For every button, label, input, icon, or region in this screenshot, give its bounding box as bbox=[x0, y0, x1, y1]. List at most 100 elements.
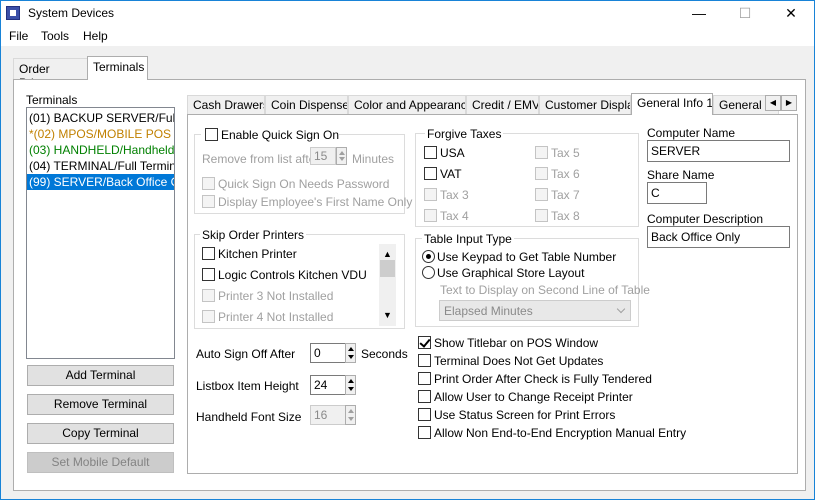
skip-logic-controls-label: Logic Controls Kitchen VDU bbox=[218, 268, 367, 282]
terminals-label: Terminals bbox=[26, 93, 78, 107]
tax-5-checkbox bbox=[535, 146, 548, 159]
tab-color-appearance[interactable]: Color and Appearance bbox=[348, 95, 466, 115]
needs-password-checkbox bbox=[202, 177, 215, 190]
tab-customer-display[interactable]: Customer Display bbox=[539, 95, 631, 115]
display-first-name-checkbox bbox=[202, 195, 215, 208]
menu-help[interactable]: Help bbox=[83, 29, 108, 43]
terminal-item-02[interactable]: *(02) MPOS/MOBILE POS bbox=[27, 126, 174, 142]
terminal-item-03[interactable]: (03) HANDHELD/Handheld Te bbox=[27, 142, 174, 158]
listbox-height-spinner[interactable] bbox=[345, 375, 356, 395]
seconds-label: Seconds bbox=[361, 347, 408, 361]
set-mobile-default-button: Set Mobile Default bbox=[27, 452, 174, 473]
computer-name-input[interactable]: SERVER bbox=[647, 140, 790, 162]
handheld-font-spinner bbox=[345, 405, 356, 425]
tax-7-checkbox bbox=[535, 188, 548, 201]
tab-terminals[interactable]: Terminals bbox=[87, 56, 148, 80]
skip-kitchen-printer-checkbox[interactable] bbox=[202, 247, 215, 260]
show-titlebar-checkbox[interactable] bbox=[418, 336, 431, 349]
change-receipt-printer-label: Allow User to Change Receipt Printer bbox=[434, 390, 633, 404]
tab-general-info-1[interactable]: General Info 1 bbox=[631, 93, 713, 115]
chevron-down-icon bbox=[616, 304, 626, 314]
remove-terminal-button[interactable]: Remove Terminal bbox=[27, 394, 174, 415]
status-screen-checkbox[interactable] bbox=[418, 408, 431, 421]
menu-tools[interactable]: Tools bbox=[41, 29, 69, 43]
tax-6-label: Tax 6 bbox=[551, 167, 580, 181]
enable-quick-sign-on-checkbox[interactable] bbox=[205, 128, 218, 141]
computer-description-input[interactable]: Back Office Only bbox=[647, 226, 790, 248]
scroll-thumb[interactable] bbox=[380, 260, 395, 277]
skip-order-printers-title: Skip Order Printers bbox=[200, 228, 307, 242]
handheld-font-label: Handheld Font Size bbox=[196, 410, 302, 424]
auto-sign-off-input[interactable]: 0 bbox=[310, 343, 346, 363]
change-receipt-printer-checkbox[interactable] bbox=[418, 390, 431, 403]
tax-8-label: Tax 8 bbox=[551, 209, 580, 223]
copy-terminal-button[interactable]: Copy Terminal bbox=[27, 423, 174, 444]
tab-credit-emv[interactable]: Credit / EMV bbox=[466, 95, 539, 115]
status-screen-label: Use Status Screen for Print Errors bbox=[434, 408, 616, 422]
auto-sign-off-spinner[interactable] bbox=[345, 343, 356, 363]
terminal-item-04[interactable]: (04) TERMINAL/Full Terminal bbox=[27, 158, 174, 174]
tax-5-label: Tax 5 bbox=[551, 146, 580, 160]
close-button[interactable]: ✕ bbox=[768, 1, 814, 26]
tab-cash-drawers[interactable]: Cash Drawers bbox=[187, 95, 265, 115]
no-updates-label: Terminal Does Not Get Updates bbox=[434, 354, 604, 368]
minimize-button[interactable]: — bbox=[676, 1, 722, 26]
table-input-title: Table Input Type bbox=[422, 232, 514, 246]
tax-3-checkbox bbox=[424, 188, 437, 201]
main-window: System Devices — ☐ ✕ File Tools Help Ord… bbox=[0, 0, 815, 500]
menu-file[interactable]: File bbox=[9, 29, 28, 43]
share-name-input[interactable]: C bbox=[647, 182, 707, 204]
skip-printer-4-checkbox bbox=[202, 310, 215, 323]
display-first-name-label: Display Employee's First Name Only bbox=[218, 195, 413, 209]
listbox-height-input[interactable]: 24 bbox=[310, 375, 346, 395]
use-graphical-label: Use Graphical Store Layout bbox=[437, 266, 585, 280]
show-titlebar-label: Show Titlebar on POS Window bbox=[434, 336, 599, 350]
print-order-after-check-checkbox[interactable] bbox=[418, 372, 431, 385]
second-line-label: Text to Display on Second Line of Table bbox=[440, 283, 650, 297]
skip-printers-scrollbar[interactable]: ▲ ▼ bbox=[379, 244, 396, 326]
minutes-label: Minutes bbox=[352, 152, 395, 166]
add-terminal-button[interactable]: Add Terminal bbox=[27, 365, 174, 386]
tax-3-label: Tax 3 bbox=[440, 188, 469, 202]
tab-coin-dispenser[interactable]: Coin Dispenser bbox=[265, 95, 348, 115]
handheld-font-input: 16 bbox=[310, 405, 346, 425]
tax-7-label: Tax 7 bbox=[551, 188, 580, 202]
no-updates-checkbox[interactable] bbox=[418, 354, 431, 367]
share-name-label: Share Name bbox=[647, 168, 715, 182]
second-line-select: Elapsed Minutes bbox=[439, 300, 631, 321]
remove-after-input: 15 bbox=[310, 147, 336, 165]
use-graphical-radio[interactable] bbox=[422, 266, 435, 279]
needs-password-label: Quick Sign On Needs Password bbox=[218, 177, 390, 191]
scroll-up-icon[interactable]: ▲ bbox=[383, 249, 392, 259]
skip-printer-3-label: Printer 3 Not Installed bbox=[218, 289, 334, 303]
tax-4-checkbox bbox=[424, 209, 437, 222]
remove-after-label: Remove from list after bbox=[202, 152, 320, 166]
tax-4-label: Tax 4 bbox=[440, 209, 469, 223]
auto-sign-off-label: Auto Sign Off After bbox=[196, 347, 296, 361]
listbox-height-label: Listbox Item Height bbox=[196, 379, 299, 393]
terminal-item-01[interactable]: (01) BACKUP SERVER/Full Te bbox=[27, 110, 174, 126]
terminals-list[interactable]: (01) BACKUP SERVER/Full Te *(02) MPOS/MO… bbox=[26, 107, 175, 359]
app-icon bbox=[6, 6, 20, 20]
tab-scroll-left-icon[interactable]: ◀ bbox=[765, 95, 781, 111]
scroll-down-icon[interactable]: ▼ bbox=[383, 310, 392, 320]
use-keypad-radio[interactable] bbox=[422, 250, 435, 263]
tax-usa-checkbox[interactable] bbox=[424, 146, 437, 159]
window-title: System Devices bbox=[28, 6, 115, 20]
tab-scroll-right-icon[interactable]: ▶ bbox=[781, 95, 797, 111]
tax-vat-checkbox[interactable] bbox=[424, 167, 437, 180]
menu-bar: File Tools Help bbox=[1, 26, 814, 46]
non-e2e-encryption-checkbox[interactable] bbox=[418, 426, 431, 439]
skip-printer-4-label: Printer 4 Not Installed bbox=[218, 310, 334, 324]
title-bar: System Devices — ☐ ✕ bbox=[1, 1, 814, 26]
tax-6-checkbox bbox=[535, 167, 548, 180]
tab-order-printers[interactable]: Order Printers bbox=[13, 58, 88, 90]
terminal-item-99[interactable]: (99) SERVER/Back Office On bbox=[27, 174, 174, 190]
use-keypad-label: Use Keypad to Get Table Number bbox=[437, 250, 617, 264]
skip-logic-controls-checkbox[interactable] bbox=[202, 268, 215, 281]
second-line-value: Elapsed Minutes bbox=[444, 304, 533, 318]
maximize-button: ☐ bbox=[738, 5, 752, 21]
tax-usa-label: USA bbox=[440, 146, 465, 160]
print-order-after-check-label: Print Order After Check is Fully Tendere… bbox=[434, 372, 652, 386]
enable-quick-sign-on-label: Enable Quick Sign On bbox=[221, 128, 340, 142]
